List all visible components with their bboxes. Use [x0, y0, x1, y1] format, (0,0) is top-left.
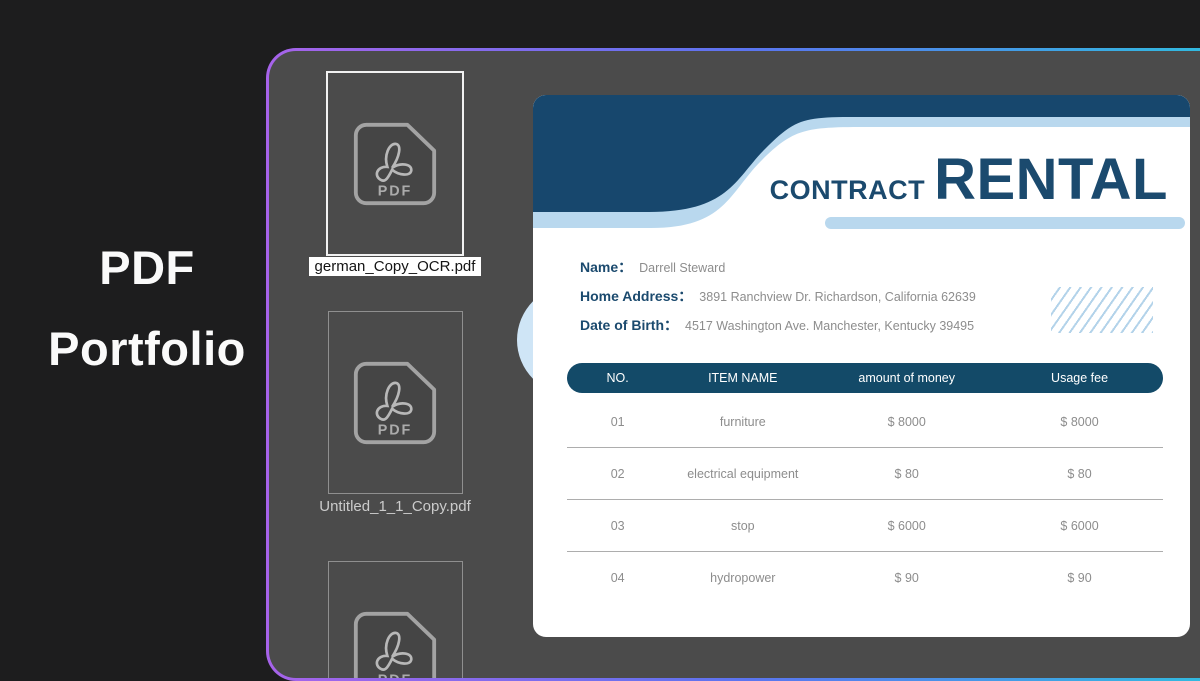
page-title-line2: Portfolio	[18, 321, 276, 376]
cell-item: furniture	[668, 415, 817, 429]
portfolio-panel-body: PDF german_Copy_OCR.pdf PDF Untitled_1_1…	[269, 51, 1200, 678]
pdf-thumbnail[interactable]: PDF	[328, 561, 463, 678]
field-label: Home Address：	[580, 286, 692, 306]
col-header-item-name: ITEM NAME	[668, 371, 817, 385]
document-preview[interactable]: CONTRACT RENTAL Name： Darrell Steward Hom…	[533, 95, 1190, 637]
field-home-address: Home Address： 3891 Ranchview Dr. Richard…	[580, 286, 976, 315]
cell-no: 01	[567, 415, 668, 429]
cell-no: 04	[567, 571, 668, 585]
cell-item: electrical equipment	[668, 467, 817, 481]
cell-fee: $ 90	[996, 571, 1163, 585]
pdf-icon-label: PDF	[378, 673, 412, 678]
field-value: 4517 Washington Ave. Manchester, Kentuck…	[685, 319, 974, 333]
pdf-thumbnail-selected[interactable]: PDF	[326, 71, 464, 256]
table-row: 03 stop $ 6000 $ 6000	[567, 500, 1163, 552]
hatch-decoration	[1051, 287, 1153, 333]
field-label: Name：	[580, 257, 632, 277]
pdf-thumbnail[interactable]: PDF	[328, 311, 463, 494]
pdf-filename[interactable]: german_Copy_OCR.pdf	[309, 257, 482, 276]
pdf-file-item[interactable]: PDF	[307, 561, 483, 678]
cell-no: 03	[567, 519, 668, 533]
pdf-file-item[interactable]: PDF german_Copy_OCR.pdf	[307, 71, 483, 276]
page-title: PDF Portfolio	[18, 240, 276, 376]
cell-fee: $ 8000	[996, 415, 1163, 429]
pdf-filename[interactable]: Untitled_1_1_Copy.pdf	[307, 498, 483, 515]
pdf-icon-label: PDF	[378, 183, 412, 199]
table-row: 04 hydropower $ 90 $ 90	[567, 552, 1163, 604]
col-header-usage-fee: Usage fee	[996, 371, 1163, 385]
cell-item: hydropower	[668, 571, 817, 585]
table-body: 01 furniture $ 8000 $ 8000 02 electrical…	[567, 393, 1163, 604]
page-background: PDF Portfolio PDF german_Copy_OCR.pdf	[0, 0, 1200, 675]
title-underline-bar	[825, 217, 1185, 229]
document-title: CONTRACT RENTAL	[770, 146, 1168, 213]
table-row: 02 electrical equipment $ 80 $ 80	[567, 448, 1163, 500]
col-header-amount: amount of money	[817, 371, 996, 385]
cell-amount: $ 80	[817, 467, 996, 481]
cell-no: 02	[567, 467, 668, 481]
field-name: Name： Darrell Steward	[580, 257, 976, 286]
field-value: 3891 Ranchview Dr. Richardson, Californi…	[699, 290, 976, 304]
rental-items-table: NO. ITEM NAME amount of money Usage fee …	[567, 363, 1163, 604]
table-row: 01 furniture $ 8000 $ 8000	[567, 396, 1163, 448]
pdf-file-icon: PDF	[352, 610, 438, 678]
document-title-large: RENTAL	[934, 147, 1168, 212]
pdf-file-item[interactable]: PDF Untitled_1_1_Copy.pdf	[307, 311, 483, 515]
page-title-line1: PDF	[18, 240, 276, 295]
document-title-small: CONTRACT	[770, 175, 925, 205]
pdf-file-icon: PDF	[352, 360, 438, 446]
field-label: Date of Birth：	[580, 315, 678, 335]
pdf-icon-label: PDF	[378, 422, 412, 438]
portfolio-panel: PDF german_Copy_OCR.pdf PDF Untitled_1_1…	[266, 48, 1200, 681]
table-header-row: NO. ITEM NAME amount of money Usage fee	[567, 363, 1163, 393]
document-fields: Name： Darrell Steward Home Address： 3891…	[580, 257, 976, 344]
cell-amount: $ 6000	[817, 519, 996, 533]
field-value: Darrell Steward	[639, 261, 725, 275]
cell-item: stop	[668, 519, 817, 533]
col-header-no: NO.	[567, 371, 668, 385]
cell-amount: $ 90	[817, 571, 996, 585]
pdf-file-icon: PDF	[352, 121, 438, 207]
cell-fee: $ 80	[996, 467, 1163, 481]
cell-fee: $ 6000	[996, 519, 1163, 533]
field-date-of-birth: Date of Birth： 4517 Washington Ave. Manc…	[580, 315, 976, 344]
cell-amount: $ 8000	[817, 415, 996, 429]
